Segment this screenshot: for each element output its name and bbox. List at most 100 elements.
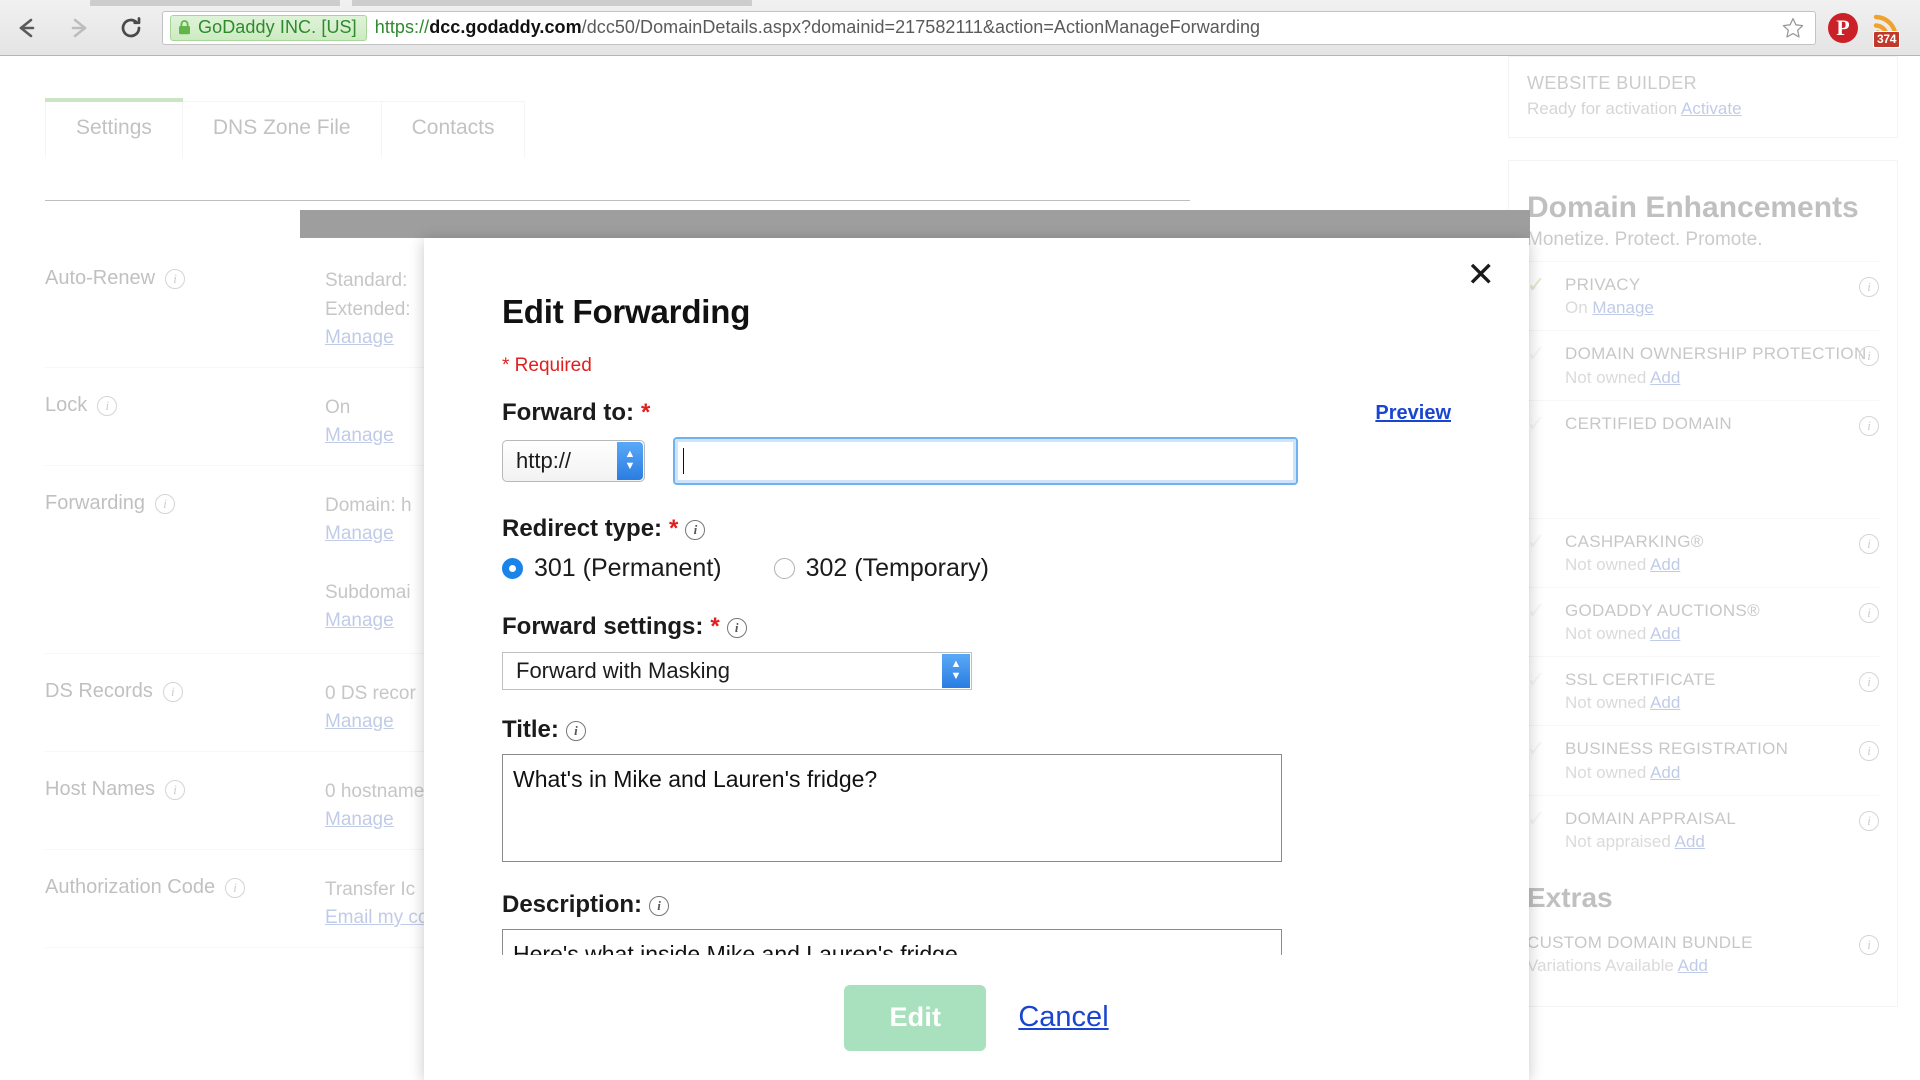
chevron-updown-icon[interactable]: ▲ ▼ [617,442,643,480]
forward-url-input[interactable] [673,437,1298,485]
radio-302-temporary[interactable]: 302 (Temporary) [773,554,989,583]
title-block: Title: i [502,716,1451,867]
enhancement-action-link[interactable]: Add [1675,832,1705,851]
radio-301-permanent[interactable]: 301 (Permanent) [502,554,722,583]
list-item[interactable]: ✓ SSL CERTIFICATE Not owned Add i [1527,656,1879,725]
info-icon[interactable]: i [162,681,183,702]
enhancement-name: PRIVACY [1565,275,1641,294]
list-item[interactable]: ✓ GODADDY AUCTIONS® Not owned Add i [1527,586,1879,656]
list-item[interactable]: ✓ CASHPARKING® Not owned Add i [1527,517,1879,587]
manage-link[interactable]: Manage [325,422,394,451]
enhancement-action-link[interactable]: Add [1650,555,1680,574]
info-icon[interactable]: i [1859,277,1879,297]
row-value: On Manage [325,394,394,451]
info-icon[interactable]: i [1859,934,1879,955]
activate-link[interactable]: Activate [1681,99,1741,118]
title-textarea[interactable] [502,754,1282,862]
info-icon[interactable]: i [1859,672,1879,692]
info-icon[interactable]: i [649,896,670,916]
info-icon[interactable]: i [1859,533,1879,554]
extension-icons: P 374 [1828,10,1906,48]
row-value-text: Subdomai [325,581,411,603]
edit-button[interactable]: Edit [844,984,987,1051]
list-item[interactable]: ✓ DOMAIN APPRAISAL Not appraised Add i [1527,794,1879,864]
row-label: Host Names i [45,778,325,835]
enhancement-status: Not owned Add [1565,367,1681,387]
row-value-text: Extended: [325,298,411,320]
info-icon[interactable]: i [685,520,706,540]
preview-link[interactable]: Preview [1375,402,1451,425]
info-icon[interactable]: i [726,618,747,638]
row-value-text: Standard: [325,270,408,291]
back-arrow-icon[interactable] [10,11,44,45]
extra-action-link[interactable]: Add [1678,956,1708,975]
enhancement-name: CERTIFIED DOMAIN [1565,413,1732,433]
pinterest-icon[interactable]: P [1828,12,1858,43]
forward-settings-select[interactable]: Forward with Masking ▲ ▼ [502,652,972,690]
check-icon: ✓ [1527,805,1546,831]
row-value-text: Transfer Ic [325,878,416,900]
info-icon[interactable]: i [1859,415,1879,436]
enhancement-name: DOMAIN OWNERSHIP PROTECTION [1565,344,1867,364]
star-icon[interactable] [1780,15,1806,41]
site-security-badge[interactable]: GoDaddy INC. [US] [170,14,367,41]
list-item[interactable]: ✓ CERTIFIED DOMAIN i [1527,399,1879,518]
browser-tab[interactable] [90,0,340,6]
enhancement-action-link[interactable]: Add [1650,368,1680,387]
info-icon[interactable]: i [165,269,186,289]
protocol-select[interactable]: http:// ▲ ▼ [502,440,645,482]
enhancement-action-link[interactable]: Add [1650,624,1680,643]
tab-contacts[interactable]: Contacts [381,101,526,158]
manage-link[interactable]: Manage [325,324,411,353]
row-label-text: Authorization Code [45,875,216,898]
reload-icon[interactable] [114,11,148,45]
row-value: Transfer Ic Email my co [325,876,428,933]
tab-label: Contacts [411,116,495,139]
browser-tab[interactable] [352,0,752,6]
close-icon[interactable]: ✕ [1467,258,1496,292]
cancel-button[interactable]: Cancel [1018,1001,1108,1034]
address-bar[interactable]: GoDaddy INC. [US] https://dcc.godaddy.co… [162,10,1816,45]
required-asterisk: * [669,515,679,542]
email-code-link[interactable]: Email my co [325,904,428,933]
list-item[interactable]: ✓ DOMAIN OWNERSHIP PROTECTION Not owned … [1527,330,1879,399]
radio-indicator[interactable] [773,558,795,579]
info-icon[interactable]: i [1859,810,1879,831]
security-label: GoDaddy INC. [US] [198,17,357,37]
forward-settings-label: Forward settings: * i [502,613,1451,641]
info-icon[interactable]: i [565,721,586,741]
tab-divider [45,200,1190,201]
url-text: https://dcc.godaddy.com/dcc50/DomainDeta… [375,17,1260,38]
enhancement-action-link[interactable]: Add [1650,693,1680,712]
list-item[interactable]: ✓ PRIVACY On Manage i [1527,261,1879,330]
enhancement-action-link[interactable]: Manage [1592,298,1653,317]
info-icon[interactable]: i [225,877,246,898]
list-item[interactable]: ✓ BUSINESS REGISTRATION Not owned Add i [1527,725,1879,794]
tab-settings[interactable]: Settings [45,98,183,158]
chevron-updown-icon[interactable]: ▲ ▼ [942,654,970,688]
enhancements-heading: Domain Enhancements [1527,191,1859,224]
url-scheme: https:// [374,17,430,37]
row-value: Domain: h Manage Subdomai Manage [325,492,412,639]
info-icon[interactable]: i [1859,602,1879,623]
info-icon[interactable]: i [165,779,186,800]
enhancement-status: Not owned Add [1565,554,1681,574]
manage-link[interactable]: Manage [325,708,416,737]
rss-feed-icon[interactable]: 374 [1872,10,1906,48]
manage-link[interactable]: Manage [325,520,412,549]
dialog-body: Edit Forwarding * Required Forward to: *… [424,238,1529,1029]
protocol-value: http:// [516,448,572,473]
info-icon[interactable]: i [97,395,118,416]
check-icon: ✓ [1527,597,1546,623]
radio-indicator[interactable] [502,558,523,579]
enhancement-action-link[interactable]: Add [1650,763,1680,782]
enhancement-name: SSL CERTIFICATE [1565,670,1716,689]
list-item[interactable]: CUSTOM DOMAIN BUNDLE Variations Availabl… [1527,920,1879,988]
manage-link[interactable]: Manage [325,806,424,835]
enhancement-name: DOMAIN APPRAISAL [1565,808,1737,828]
manage-link[interactable]: Manage [325,607,412,636]
check-icon: ✓ [1527,410,1546,436]
forward-arrow-icon[interactable] [62,11,96,45]
info-icon[interactable]: i [155,493,176,514]
tab-dns-zone-file[interactable]: DNS Zone File [182,101,382,158]
